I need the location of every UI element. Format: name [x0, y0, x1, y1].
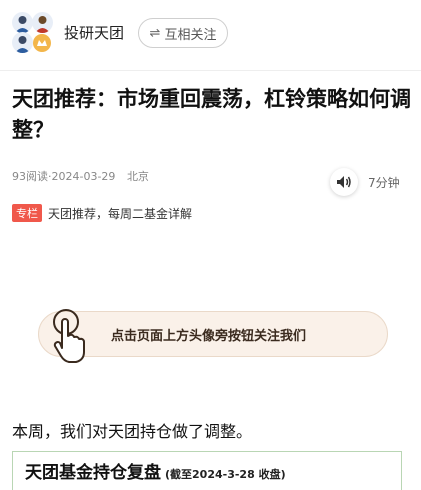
article-paragraph: 本周，我们对天团持仓做了调整。	[12, 422, 253, 441]
account-header: 投研天团 ⇌ 互相关注	[0, 0, 421, 66]
account-avatar[interactable]	[12, 12, 54, 54]
swap-arrows-icon: ⇌	[149, 25, 161, 41]
card-title: 天团基金持仓复盘 (截至2024-3-28 收盘)	[25, 458, 286, 483]
follow-prompt-banner: 点击页面上方头像旁按钮关注我们	[38, 309, 388, 363]
publish-date: ·2024-03-29	[48, 170, 116, 183]
card-date: (截至2024-3-28 收盘)	[165, 468, 286, 481]
article-title: 天团推荐：市场重回震荡，杠铃策略如何调整？	[12, 87, 411, 142]
avatar-badge-icon	[33, 34, 51, 52]
banner-text: 点击页面上方头像旁按钮关注我们	[111, 328, 307, 344]
tap-finger-icon	[49, 308, 89, 364]
holdings-card: 天团基金持仓复盘 (截至2024-3-28 收盘)	[12, 451, 402, 490]
follow-button[interactable]: ⇌ 互相关注	[138, 18, 228, 48]
column-tag: 专栏	[12, 204, 42, 222]
follow-label: 互相关注	[164, 27, 217, 43]
location: 北京	[126, 170, 149, 183]
read-count: 93阅读	[12, 170, 48, 183]
article-meta: 93阅读·2024-03-29 北京	[12, 168, 149, 184]
audio-play-button[interactable]: 7分钟	[330, 167, 414, 197]
card-title-text: 天团基金持仓复盘	[25, 463, 161, 483]
avatar-person-icon	[12, 32, 33, 53]
audio-duration: 7分钟	[368, 175, 400, 190]
speaker-icon	[330, 168, 358, 196]
column-info[interactable]: 专栏 天团推荐，每周二基金详解	[12, 204, 192, 222]
avatar-person-icon	[12, 12, 33, 33]
account-name[interactable]: 投研天团	[64, 22, 124, 43]
divider	[0, 70, 421, 71]
column-name: 天团推荐，每周二基金详解	[48, 206, 193, 221]
avatar-person-icon	[32, 12, 53, 33]
